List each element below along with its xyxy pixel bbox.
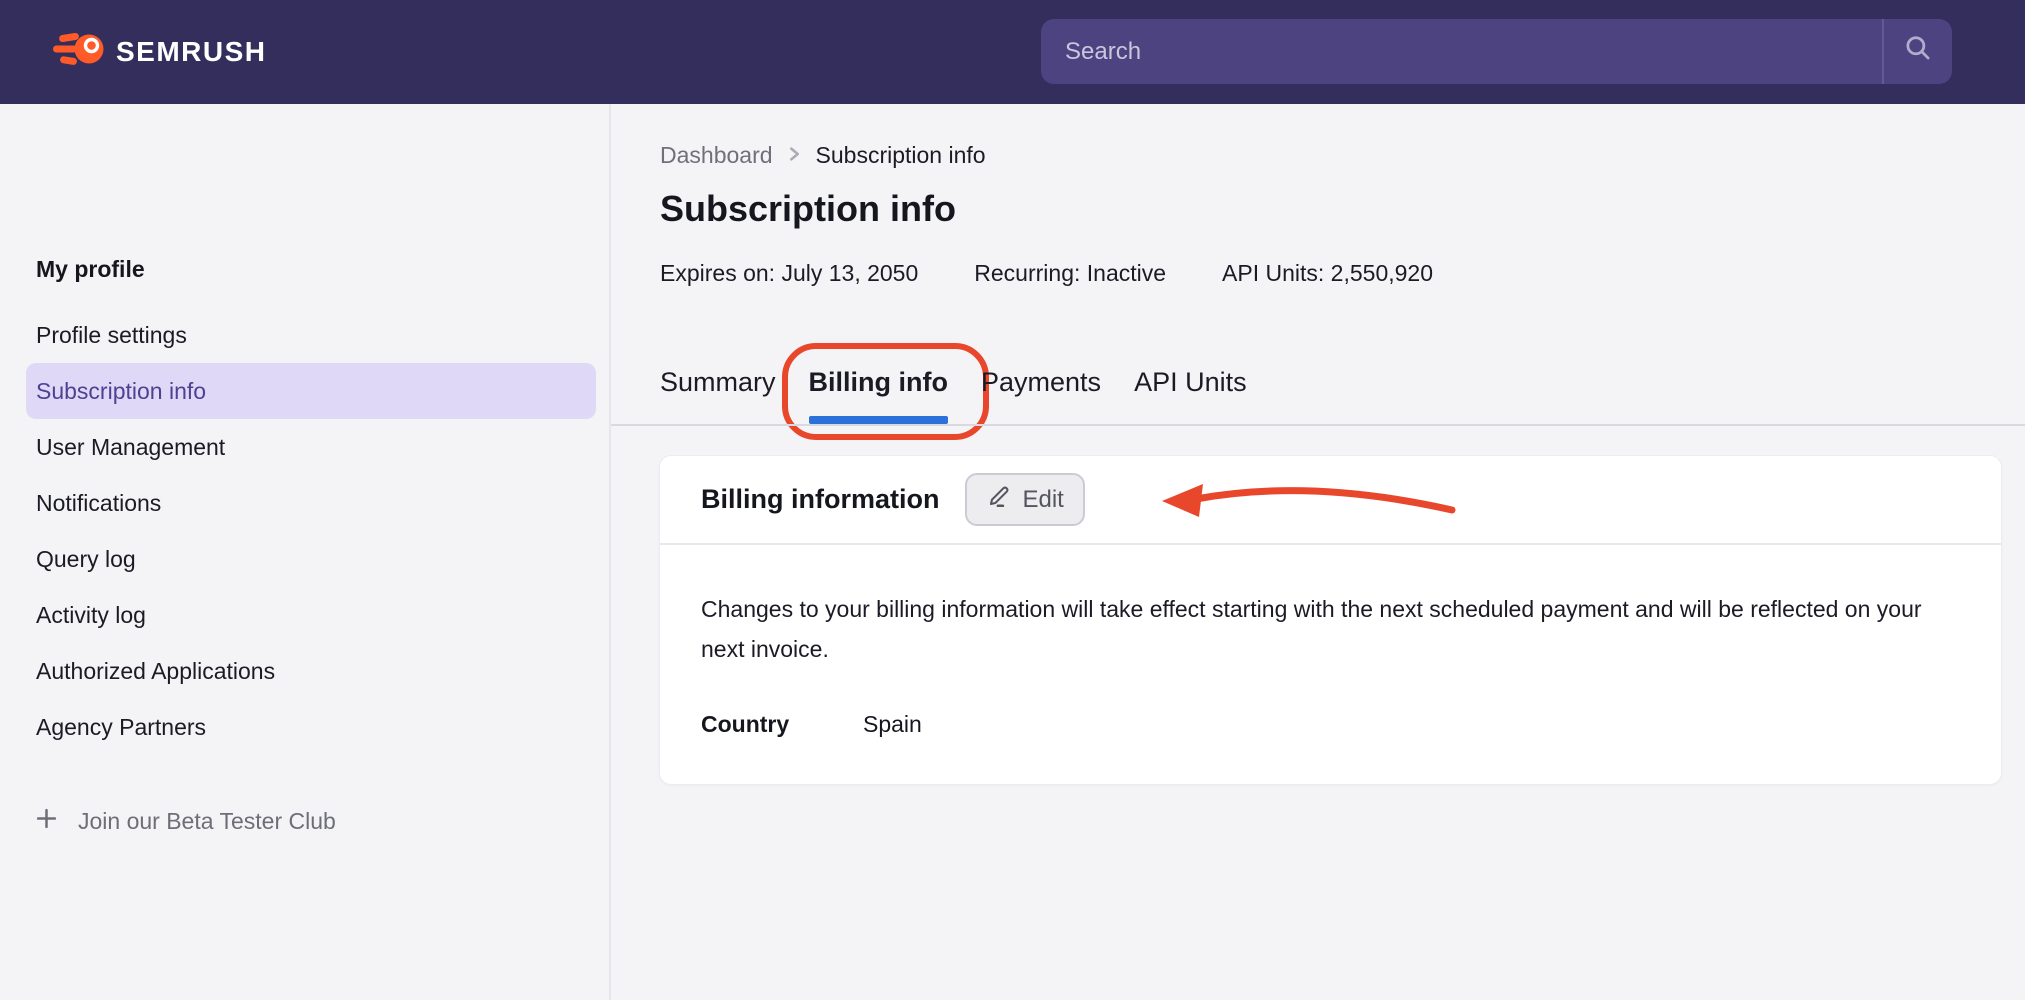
global-search-bar (1041, 19, 1952, 84)
profile-sidebar: My profile Profile settings Subscription… (0, 104, 611, 1000)
expires-on-value: Expires on: July 13, 2050 (660, 260, 918, 287)
billing-information-card: Billing information Edit (659, 455, 2002, 785)
tab-summary[interactable]: Summary (660, 366, 776, 398)
search-input[interactable] (1041, 19, 1882, 84)
country-field-label: Country (701, 711, 863, 738)
semrush-logo[interactable]: SEMRUSH (53, 30, 267, 73)
country-field-value: Spain (863, 711, 922, 738)
pencil-icon (986, 483, 1012, 516)
page-title: Subscription info (660, 188, 956, 230)
card-title: Billing information (701, 484, 939, 515)
card-body: Changes to your billing information will… (660, 545, 2001, 738)
sidebar-item-subscription-info[interactable]: Subscription info (26, 363, 596, 419)
sidebar-item-notifications[interactable]: Notifications (26, 475, 596, 531)
tab-billing-info-label: Billing info (809, 367, 948, 397)
billing-change-note: Changes to your billing information will… (701, 589, 1941, 669)
subscription-meta: Expires on: July 13, 2050 Recurring: Ina… (660, 260, 1433, 287)
sidebar-item-authorized-applications[interactable]: Authorized Applications (26, 643, 596, 699)
api-units-value: API Units: 2,550,920 (1222, 260, 1433, 287)
semrush-wordmark: SEMRUSH (116, 36, 267, 68)
top-navbar: SEMRUSH (0, 0, 2025, 104)
sidebar-nav: Profile settings Subscription info User … (0, 307, 609, 755)
beta-tester-club-link[interactable]: Join our Beta Tester Club (35, 807, 336, 836)
tab-payments[interactable]: Payments (981, 366, 1101, 398)
tab-api-units[interactable]: API Units (1134, 366, 1247, 398)
sidebar-item-profile-settings[interactable]: Profile settings (26, 307, 596, 363)
subscription-tabs: Summary Billing info Payments API Units (660, 366, 1247, 398)
sidebar-section-title: My profile (36, 256, 145, 283)
card-header: Billing information Edit (660, 456, 2001, 545)
semrush-comet-icon (53, 30, 105, 73)
search-icon (1902, 33, 1934, 70)
plus-icon (35, 807, 58, 836)
annotation-arrow (1160, 474, 1460, 525)
semrush-app-window: SEMRUSH My profile Profile settings Subs… (0, 0, 2025, 1000)
main-content: Dashboard Subscription info Subscription… (611, 104, 2025, 1000)
tabs-divider (611, 424, 2025, 426)
sidebar-item-agency-partners[interactable]: Agency Partners (26, 699, 596, 755)
breadcrumb: Dashboard Subscription info (660, 142, 986, 169)
breadcrumb-dashboard-link[interactable]: Dashboard (660, 142, 773, 169)
tab-billing-info[interactable]: Billing info (809, 366, 948, 398)
active-tab-underline (809, 416, 948, 424)
beta-tester-club-label: Join our Beta Tester Club (78, 808, 336, 835)
edit-button-label: Edit (1022, 486, 1063, 514)
search-submit-button[interactable] (1882, 19, 1952, 84)
sidebar-item-user-management[interactable]: User Management (26, 419, 596, 475)
country-field-row: Country Spain (701, 711, 2001, 738)
sidebar-item-query-log[interactable]: Query log (26, 531, 596, 587)
sidebar-item-activity-log[interactable]: Activity log (26, 587, 596, 643)
breadcrumb-current: Subscription info (816, 142, 986, 169)
edit-button[interactable]: Edit (965, 473, 1084, 526)
chevron-right-icon (787, 142, 802, 169)
recurring-value: Recurring: Inactive (974, 260, 1166, 287)
